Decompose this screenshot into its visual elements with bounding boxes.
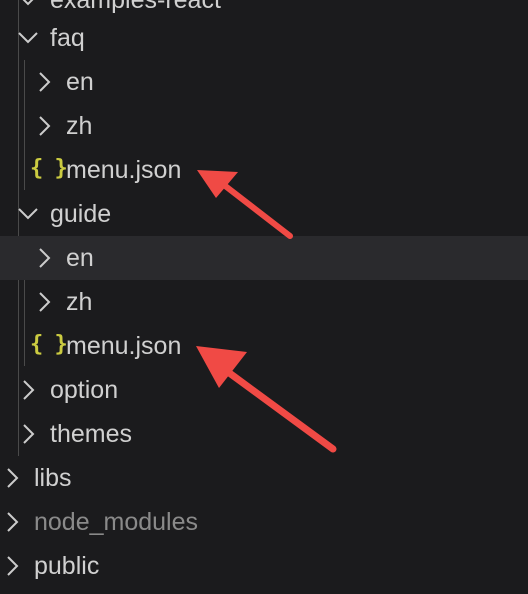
file-explorer-tree: examples-react faq en zh { } menu.json g… bbox=[0, 0, 528, 594]
annotation-arrow-icon bbox=[196, 346, 337, 453]
annotation-arrow-icon bbox=[197, 170, 293, 239]
annotation-arrows bbox=[196, 170, 337, 453]
